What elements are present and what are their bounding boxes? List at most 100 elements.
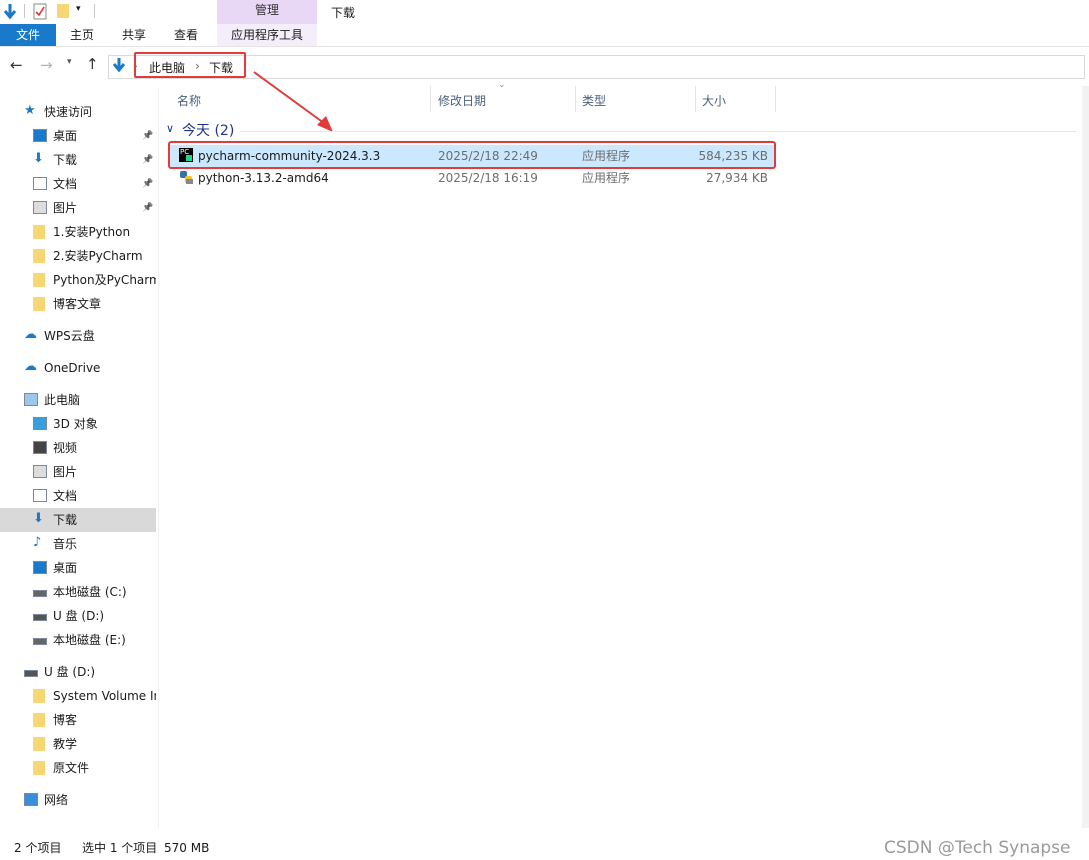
sidebar-item[interactable]: 文档 📌 [0,172,156,196]
column-header-date[interactable]: 修改日期 [438,90,486,112]
tab-home[interactable]: 主页 [60,24,104,46]
title-bar: ▾ 管理 下载 [0,0,1089,24]
pin-icon[interactable]: 📌 [142,172,153,196]
sidebar-item[interactable]: 图片 📌 [0,196,156,220]
sidebar-item-label: 本地磁盘 (E:) [53,633,126,647]
sidebar-item[interactable]: 桌面 [0,556,156,580]
sidebar-item[interactable]: 此电脑 [0,388,156,412]
up-arrow-icon[interactable]: ↑ [86,55,99,73]
sidebar-item[interactable]: ⬇ 下载 [0,508,156,532]
sidebar-item[interactable]: 本地磁盘 (E:) [0,628,156,652]
back-arrow-icon[interactable]: ← [10,56,23,74]
folder-icon [33,761,45,775]
video-icon [33,441,47,454]
collapse-chevron-icon[interactable]: ∨ [166,122,174,135]
sidebar-item-label: 下载 [53,153,78,167]
drive-icon [33,638,47,645]
file-type: 应用程序 [582,171,631,185]
file-name: python-3.13.2-amd64 [198,171,329,185]
sidebar-item-label: Python及PyCharm [53,273,156,287]
sidebar-item[interactable]: 文档 [0,484,156,508]
usb-drive-icon [24,670,38,677]
sidebar-item[interactable]: ⬇ 下载 📌 [0,148,156,172]
sidebar-item[interactable]: 博客文章 [0,292,156,316]
tab-file[interactable]: 文件 [0,24,56,46]
sidebar-item[interactable]: 桌面 📌 [0,124,156,148]
toolbar-divider [24,4,25,18]
sidebar-item[interactable]: 博客 [0,708,156,732]
sidebar-item-label: 视频 [53,441,78,455]
sidebar-item-label: WPS云盘 [44,329,95,343]
sidebar-item[interactable]: 网络 [0,788,156,812]
status-selection: 选中 1 个项目 [82,841,158,855]
sidebar-item-label: 图片 [53,201,78,215]
folder-icon [33,273,45,287]
tab-share[interactable]: 共享 [112,24,156,46]
desktop-icon [33,561,47,574]
tab-view[interactable]: 查看 [164,24,208,46]
pin-icon[interactable]: 📌 [142,124,153,148]
group-header[interactable]: 今天 (2) [182,122,234,140]
cloud-icon: ☁ [24,327,37,342]
new-folder-icon[interactable] [57,4,69,18]
file-row[interactable]: python-3.13.2-amd64 2025/2/18 16:19 应用程序… [170,167,774,189]
recent-locations-icon[interactable]: ▾ [67,57,72,67]
sidebar-item-label: 本地磁盘 (C:) [53,585,127,599]
sort-chevron-icon: ⌄ [498,80,506,90]
sidebar-item[interactable]: 视频 [0,436,156,460]
status-item-count: 2 个项目 [14,841,62,855]
watermark: CSDN @Tech Synapse [884,838,1071,858]
desktop-icon [33,129,47,142]
cloud-icon: ☁ [24,359,37,374]
status-size: 570 MB [164,841,210,855]
sidebar-item[interactable]: 本地磁盘 (C:) [0,580,156,604]
folder-icon [33,737,45,751]
usb-drive-icon [33,614,47,621]
column-separator[interactable] [575,86,576,112]
computer-icon [24,393,38,406]
customize-toolbar-icon[interactable]: ▾ [76,4,81,14]
column-separator[interactable] [430,86,431,112]
sidebar-item-label: 1.安装Python [53,225,131,239]
sidebar-item[interactable]: 1.安装Python [0,220,156,244]
column-header-size[interactable]: 大小 [702,90,726,112]
sidebar-item[interactable]: ☁ OneDrive [0,356,156,380]
column-header-name[interactable]: 名称 [177,90,201,112]
folder-icon [33,689,45,703]
cube-icon [33,417,47,430]
window-title: 下载 [331,6,356,20]
tab-application-tools[interactable]: 应用程序工具 [217,24,317,46]
context-group-header: 管理 [217,0,317,24]
vertical-scrollbar[interactable] [1082,86,1089,828]
sidebar-item-label: 2.安装PyCharm [53,249,143,263]
sidebar-item-label: 博客文章 [53,297,102,311]
column-header-type[interactable]: 类型 [582,90,606,112]
sidebar-item[interactable]: 教学 [0,732,156,756]
sidebar-item[interactable]: 3D 对象 [0,412,156,436]
pin-icon[interactable]: 📌 [142,196,153,220]
sidebar-item[interactable]: ♪ 音乐 [0,532,156,556]
sidebar-item[interactable]: System Volume In [0,684,156,708]
down-arrow-icon[interactable] [2,3,18,24]
sidebar-item-label: 原文件 [53,761,90,775]
column-separator[interactable] [775,86,776,112]
sidebar-item[interactable]: U 盘 (D:) [0,604,156,628]
address-annotation-box [134,52,246,78]
sidebar-item[interactable]: U 盘 (D:) [0,660,156,684]
properties-icon[interactable] [33,3,47,23]
sidebar-item[interactable]: ★ 快速访问 [0,100,156,124]
sidebar-item[interactable]: 原文件 [0,756,156,780]
sidebar-item[interactable]: 2.安装PyCharm [0,244,156,268]
forward-arrow-icon[interactable]: → [40,56,53,74]
sidebar-item[interactable]: Python及PyCharm [0,268,156,292]
sidebar-item[interactable]: ☁ WPS云盘 [0,324,156,348]
column-separator[interactable] [695,86,696,112]
group-divider [240,131,1076,132]
file-size: 27,934 KB [706,171,768,185]
network-icon [24,793,38,806]
status-bar: 2 个项目 选中 1 个项目 570 MB CSDN @Tech Synapse [0,836,1089,860]
drive-icon [33,590,47,597]
pin-icon[interactable]: 📌 [142,148,153,172]
document-icon [33,489,47,502]
sidebar-item[interactable]: 图片 [0,460,156,484]
